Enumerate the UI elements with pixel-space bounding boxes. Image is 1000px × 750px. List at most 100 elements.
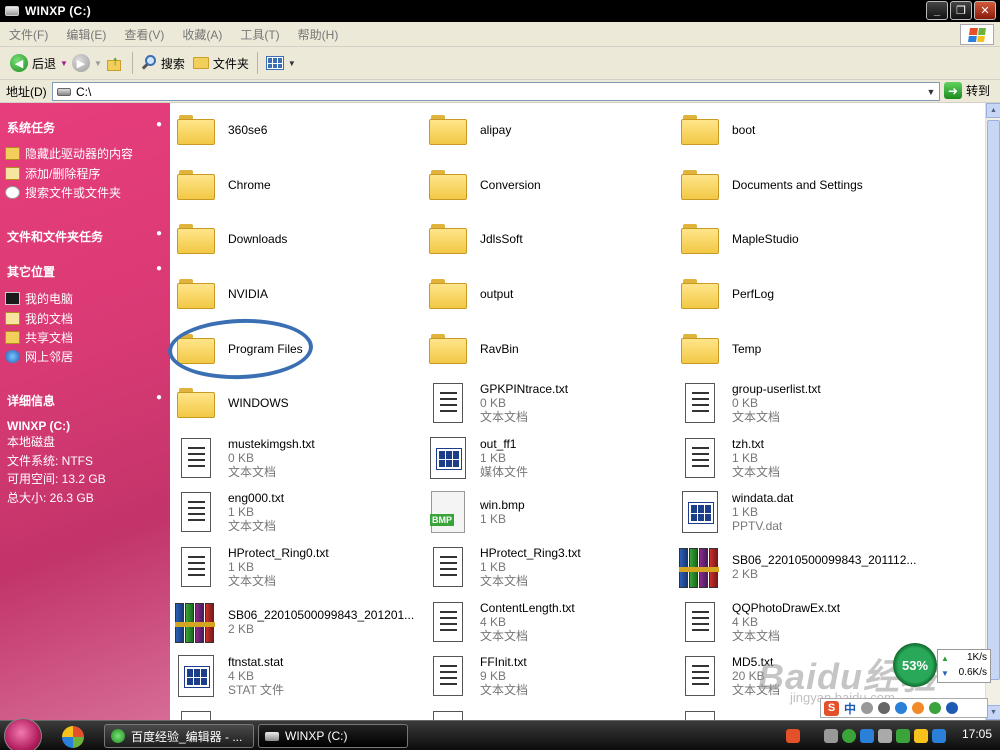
tray-icon[interactable] [824,729,838,743]
task-hide-drive-contents[interactable]: 隐藏此驱动器的内容 [5,145,133,162]
keyboard-icon[interactable] [895,702,908,714]
file-item[interactable]: SB06_22010500099843_201201... 2 KB [172,597,417,647]
moon-icon[interactable] [861,702,874,714]
details-header[interactable]: 详细信息 [7,392,55,409]
address-input[interactable]: C:\ ▼ [52,82,940,101]
menu-help[interactable]: 帮助(H) [289,26,348,43]
ime-mode[interactable]: 中 [844,700,856,717]
folder-item[interactable]: JdlsSoft [424,214,669,264]
views-button[interactable]: ▼ [262,50,300,76]
vertical-scrollbar[interactable]: ▲ ▼ [985,103,1000,720]
file-item[interactable]: ContentLength.txt 4 KB 文本文档 [424,597,669,647]
update-icon[interactable] [914,729,928,743]
settings-icon[interactable] [946,702,959,714]
menu-edit[interactable]: 编辑(E) [57,26,115,43]
file-item[interactable]: HProtect_Ring0.txt 1 KB 文本文档 [172,542,417,592]
task-add-remove-programs[interactable]: 添加/删除程序 [5,165,100,182]
collapse-icon[interactable]: ● [156,263,162,274]
folder-item[interactable]: RavBin [424,324,669,374]
file-item[interactable]: BMP win.bmp 1 KB [424,487,669,537]
folder-item[interactable]: NVIDIA [172,269,417,319]
file-item[interactable]: group-userlist.txt 0 KB 文本文档 [676,378,921,428]
network-monitor[interactable]: 53% ▲ 1K/s ▼ 0.6K/s [893,643,993,688]
folder-item[interactable]: PerfLog [676,269,921,319]
minimize-button[interactable]: _ [926,1,948,20]
text-document-icon [424,652,472,700]
file-item[interactable] [424,706,669,720]
file-item[interactable]: mustekimgsh.txt 0 KB 文本文档 [172,433,417,483]
forward-button[interactable]: ▶ [68,50,94,76]
folder-item[interactable]: boot [676,105,921,155]
file-name: windata.dat [732,491,794,505]
folder-item[interactable]: WINDOWS [172,378,417,428]
file-size: 1 KB [732,505,759,519]
folder-item[interactable]: Temp [676,324,921,374]
file-item[interactable]: out_ff1 1 KB 媒体文件 [424,433,669,483]
up-button[interactable]: ↑ [102,50,128,76]
folder-item[interactable]: Conversion [424,160,669,210]
file-item[interactable]: GPKPINtrace.txt 0 KB 文本文档 [424,378,669,428]
file-item[interactable]: ftnstat.stat 4 KB STAT 文件 [172,651,417,701]
place-my-documents[interactable]: 我的文档 [5,310,73,327]
folder-icon [424,106,472,154]
menu-view[interactable]: 查看(V) [115,26,173,43]
volume-icon[interactable] [878,729,892,743]
file-item[interactable]: QQPhotoDrawEx.txt 4 KB 文本文档 [676,597,921,647]
file-item[interactable]: FFInit.txt 9 KB 文本文档 [424,651,669,701]
system-tasks-header[interactable]: 系统任务 [7,119,55,136]
menu-favorites[interactable]: 收藏(A) [173,26,231,43]
sogou-tray-icon[interactable] [786,729,800,743]
punctuation-icon[interactable] [878,702,891,714]
place-shared-documents[interactable]: 共享文档 [5,329,73,346]
quick-launch-icon[interactable] [62,726,84,748]
place-my-computer[interactable]: 我的电脑 [5,290,73,307]
menu-tools[interactable]: 工具(T) [231,26,288,43]
collapse-icon[interactable]: ● [156,392,162,403]
taskbar-item-browser[interactable]: 百度经验_编辑器 - ... [104,724,254,748]
network-tray-icon[interactable] [896,729,910,743]
folder-item[interactable]: Downloads [172,214,417,264]
forward-dropdown-icon[interactable]: ▼ [94,59,102,68]
file-item[interactable]: HProtect_Ring3.txt 1 KB 文本文档 [424,542,669,592]
folder-item[interactable]: 360se6 [172,105,417,155]
back-button[interactable]: ◀ 后退 [6,50,60,76]
folder-item[interactable]: Documents and Settings [676,160,921,210]
folder-item[interactable]: MapleStudio [676,214,921,264]
back-dropdown-icon[interactable]: ▼ [60,59,68,68]
other-places-header[interactable]: 其它位置 [7,263,55,280]
scroll-up-icon[interactable]: ▲ [986,103,1000,118]
scroll-down-icon[interactable]: ▼ [986,705,1000,720]
task-search-files[interactable]: 搜索文件或文件夹 [5,184,121,201]
folders-button[interactable]: 文件夹 [189,50,253,76]
file-item[interactable]: eng000.txt 1 KB 文本文档 [172,487,417,537]
menu-file[interactable]: 文件(F) [0,26,57,43]
file-item[interactable]: tzh.txt 1 KB 文本文档 [676,433,921,483]
taskbar-item-explorer[interactable]: WINXP (C:) [258,724,408,748]
task-label: 搜索文件或文件夹 [25,186,122,200]
ime-toolbar[interactable]: S 中 [820,698,988,718]
close-button[interactable]: ✕ [974,1,996,20]
folder-item[interactable]: Program Files [172,324,417,374]
file-tasks-header[interactable]: 文件和文件夹任务 [7,228,103,245]
search-button[interactable]: 搜索 [137,50,189,76]
bluetooth-icon[interactable] [932,729,946,743]
user-icon[interactable] [929,702,942,714]
file-item[interactable]: WaterPress.txt [172,706,417,720]
address-dropdown-icon[interactable]: ▼ [923,83,939,100]
folder-item[interactable]: alipay [424,105,669,155]
scroll-thumb[interactable] [987,120,1000,680]
skin-icon[interactable] [912,702,925,714]
collapse-icon[interactable]: ● [156,119,162,130]
expand-icon[interactable]: ● [156,228,162,239]
folder-item[interactable]: Chrome [172,160,417,210]
start-button[interactable] [4,718,42,750]
shield-icon[interactable] [860,729,874,743]
place-network[interactable]: 网上邻居 [5,348,73,365]
security-icon[interactable] [842,729,856,743]
sogou-icon[interactable]: S [824,700,839,716]
maximize-button[interactable]: ❐ [950,1,972,20]
file-item[interactable]: SB06_22010500099843_201112... 2 KB [676,542,921,592]
file-item[interactable]: windata.dat 1 KB PPTV.dat [676,487,921,537]
folder-item[interactable]: output [424,269,669,319]
go-button[interactable]: ➜ 转到 [944,82,990,99]
